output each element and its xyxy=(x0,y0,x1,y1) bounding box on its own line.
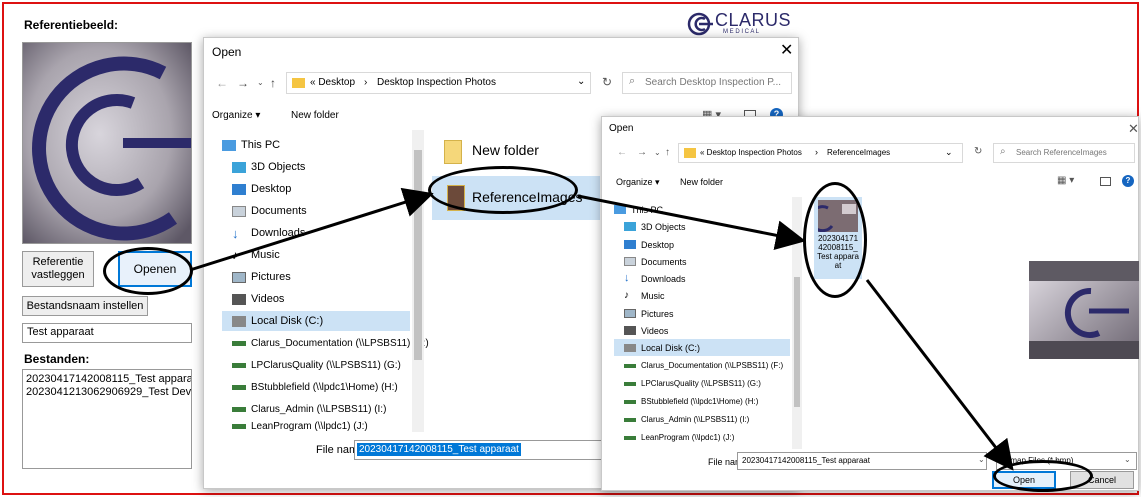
arrow-to-file xyxy=(577,194,806,251)
annotation-arrows xyxy=(189,187,1014,471)
arrow-to-folder xyxy=(189,187,434,272)
arrow-to-open-button xyxy=(865,279,1014,471)
